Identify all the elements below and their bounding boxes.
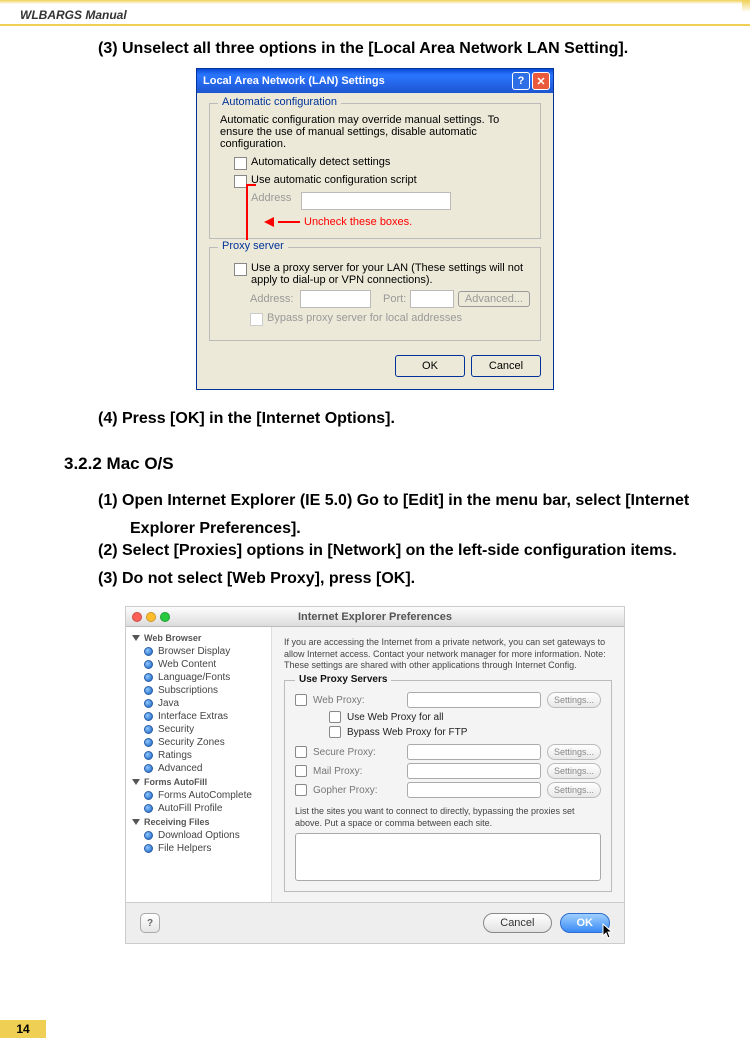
close-button[interactable]: ✕ [532, 72, 550, 90]
secure-proxy-checkbox[interactable] [295, 746, 307, 758]
disclosure-triangle-icon [132, 635, 140, 641]
mail-proxy-checkbox[interactable] [295, 765, 307, 777]
disclosure-triangle-icon [132, 819, 140, 825]
dialog-title: Local Area Network (LAN) Settings [203, 75, 385, 87]
web-proxy-input[interactable] [407, 692, 541, 708]
sidebar-item-download-options[interactable]: Download Options [126, 829, 271, 842]
preferences-sidebar: Web Browser Browser Display Web Content … [126, 627, 272, 902]
red-bracket-annotation [246, 184, 256, 242]
sidebar-item-security-zones[interactable]: Security Zones [126, 736, 271, 749]
bypass-ftp-label: Bypass Web Proxy for FTP [347, 727, 467, 738]
bypass-ftp-checkbox[interactable] [329, 726, 341, 738]
auto-config-desc: Automatic configuration may override man… [220, 114, 530, 150]
section-heading: 3.2.2 Mac O/S [64, 454, 700, 474]
proxy-group-title: Proxy server [218, 240, 288, 252]
manual-header: WLBARGS Manual [0, 4, 750, 22]
sidebar-group-web-browser[interactable]: Web Browser [126, 631, 271, 645]
proxy-port-input[interactable] [410, 290, 454, 308]
gopher-proxy-settings-button[interactable]: Settings... [547, 782, 601, 798]
web-proxy-checkbox[interactable] [295, 694, 307, 706]
sidebar-item-language-fonts[interactable]: Language/Fonts [126, 671, 271, 684]
sidebar-group-forms-autofill[interactable]: Forms AutoFill [126, 775, 271, 789]
ok-button[interactable]: OK [395, 355, 465, 377]
mail-proxy-settings-button[interactable]: Settings... [547, 763, 601, 779]
proxy-address-input[interactable] [300, 290, 371, 308]
sidebar-item-security[interactable]: Security [126, 723, 271, 736]
sidebar-item-browser-display[interactable]: Browser Display [126, 645, 271, 658]
proxy-description: If you are accessing the Internet from a… [284, 637, 612, 672]
sidebar-item-forms-autocomplete[interactable]: Forms AutoComplete [126, 789, 271, 802]
mac-help-button[interactable]: ? [140, 913, 160, 933]
bypass-sites-textarea[interactable] [295, 833, 601, 881]
lan-settings-dialog: Local Area Network (LAN) Settings ? ✕ Au… [196, 68, 554, 390]
advanced-button[interactable]: Advanced... [458, 291, 530, 307]
address-label: Address [251, 192, 297, 204]
web-proxy-label: Web Proxy: [313, 695, 401, 706]
auto-config-group-title: Automatic configuration [218, 96, 341, 108]
use-script-label: Use automatic configuration script [251, 174, 530, 186]
secure-proxy-settings-button[interactable]: Settings... [547, 744, 601, 760]
cancel-button[interactable]: Cancel [471, 355, 541, 377]
mac-cancel-button[interactable]: Cancel [483, 913, 551, 933]
manual-title: WLBARGS Manual [20, 8, 127, 22]
use-proxy-label: Use a proxy server for your LAN (These s… [251, 262, 530, 286]
dialog-titlebar: Local Area Network (LAN) Settings ? ✕ [197, 69, 553, 93]
use-proxy-checkbox[interactable] [234, 263, 247, 276]
disclosure-triangle-icon [132, 779, 140, 785]
proxy-address-label: Address: [250, 293, 296, 305]
gopher-proxy-label: Gopher Proxy: [313, 785, 401, 796]
mac-step-3: (3) Do not select [Web Proxy], press [OK… [98, 570, 700, 588]
bypass-list-description: List the sites you want to connect to di… [295, 806, 601, 829]
sidebar-item-autofill-profile[interactable]: AutoFill Profile [126, 802, 271, 815]
help-button[interactable]: ? [512, 72, 530, 90]
uncheck-annotation: Uncheck these boxes. [304, 216, 412, 228]
use-proxy-servers-title: Use Proxy Servers [295, 674, 391, 685]
bypass-local-checkbox[interactable] [250, 313, 263, 326]
script-address-input[interactable] [301, 192, 451, 210]
page-number: 14 [0, 1020, 46, 1038]
sidebar-item-interface-extras[interactable]: Interface Extras [126, 710, 271, 723]
secure-proxy-label: Secure Proxy: [313, 747, 401, 758]
bypass-local-label: Bypass proxy server for local addresses [267, 312, 530, 324]
use-web-proxy-all-checkbox[interactable] [329, 711, 341, 723]
sidebar-item-subscriptions[interactable]: Subscriptions [126, 684, 271, 697]
sidebar-item-file-helpers[interactable]: File Helpers [126, 842, 271, 855]
sidebar-group-receiving-files[interactable]: Receiving Files [126, 815, 271, 829]
red-arrow-icon [264, 217, 274, 227]
mac-preferences-window: Internet Explorer Preferences Web Browse… [125, 606, 625, 944]
proxy-port-label: Port: [383, 293, 406, 305]
mac-titlebar: Internet Explorer Preferences [126, 607, 624, 627]
auto-detect-label: Automatically detect settings [251, 156, 530, 168]
auto-detect-checkbox[interactable] [234, 157, 247, 170]
use-web-proxy-all-label: Use Web Proxy for all [347, 712, 444, 723]
web-proxy-settings-button[interactable]: Settings... [547, 692, 601, 708]
step-4-text: (4) Press [OK] in the [Internet Options]… [98, 410, 700, 428]
cursor-icon [602, 923, 616, 941]
secure-proxy-input[interactable] [407, 744, 541, 760]
mac-window-title: Internet Explorer Preferences [126, 611, 624, 623]
mail-proxy-input[interactable] [407, 763, 541, 779]
sidebar-item-java[interactable]: Java [126, 697, 271, 710]
gopher-proxy-input[interactable] [407, 782, 541, 798]
mail-proxy-label: Mail Proxy: [313, 766, 401, 777]
sidebar-item-web-content[interactable]: Web Content [126, 658, 271, 671]
step-3-text: (3) Unselect all three options in the [L… [98, 40, 700, 58]
gopher-proxy-checkbox[interactable] [295, 784, 307, 796]
mac-step-1a: (1) Open Internet Explorer (IE 5.0) Go t… [98, 492, 700, 510]
sidebar-item-advanced[interactable]: Advanced [126, 762, 271, 775]
mac-step-1b: Explorer Preferences]. [130, 520, 700, 538]
mac-step-2: (2) Select [Proxies] options in [Network… [98, 542, 700, 560]
sidebar-item-ratings[interactable]: Ratings [126, 749, 271, 762]
